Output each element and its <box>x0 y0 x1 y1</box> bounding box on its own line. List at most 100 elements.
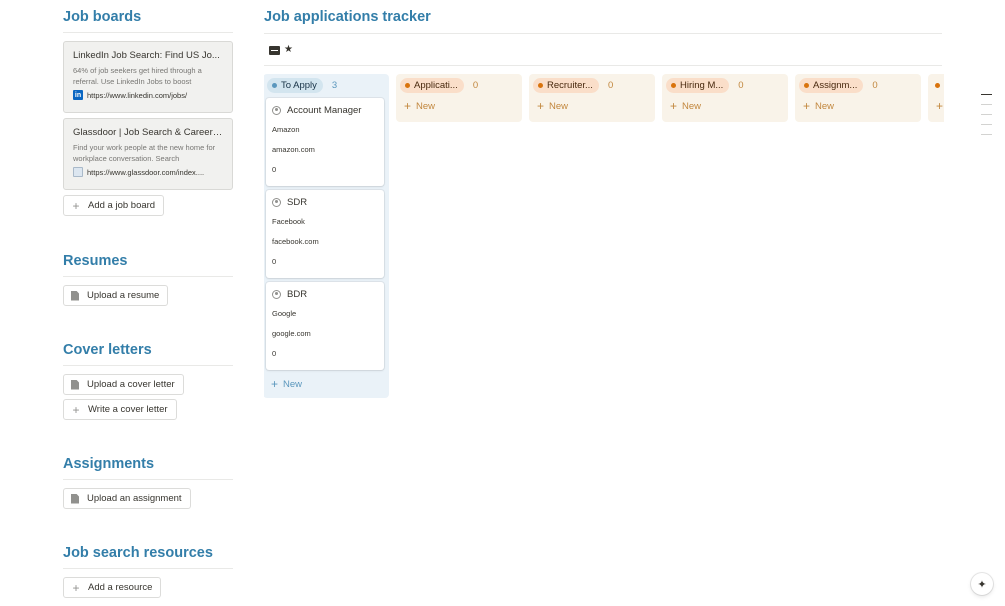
plus-icon: + <box>936 99 944 113</box>
board-column-recruiter: Recruiter... 0 + New <box>529 74 655 122</box>
card-company: Google <box>272 309 297 318</box>
upload-cover-letter-button[interactable]: Upload a cover letter <box>63 374 184 395</box>
plus-icon: + <box>72 580 80 595</box>
ai-assistant-button[interactable]: ✦ <box>971 573 993 595</box>
bookmark-title: Glassdoor | Job Search & Career ... <box>73 127 223 138</box>
card-website: facebook.com <box>272 237 319 246</box>
plus-icon: + <box>404 99 412 113</box>
file-icon <box>71 290 79 301</box>
board-view-icon[interactable] <box>269 45 280 55</box>
divider <box>264 33 942 34</box>
plus-icon: + <box>72 198 80 213</box>
upload-cover-letter-label: Upload a cover letter <box>87 379 175 390</box>
upload-resume-label: Upload a resume <box>87 290 160 301</box>
card-company: Facebook <box>272 217 305 226</box>
add-resource-button[interactable]: + Add a resource <box>63 577 162 598</box>
new-label: New <box>416 100 436 112</box>
plus-icon: + <box>72 402 80 417</box>
file-icon <box>71 493 79 504</box>
status-tag[interactable]: To Apply <box>267 77 323 93</box>
toc-line[interactable] <box>981 114 992 115</box>
add-job-board-label: Add a job board <box>88 200 156 211</box>
job-boards-heading: Job boards <box>63 9 233 33</box>
new-card-button[interactable]: + New <box>264 374 302 394</box>
linkedin-bookmark[interactable]: LinkedIn Job Search: Find US Jo... 64% o… <box>63 41 233 113</box>
column-label: Recruiter... <box>547 79 593 91</box>
application-card[interactable]: BDR Google google.com 0 <box>266 282 384 370</box>
status-dot <box>804 82 809 88</box>
assignments-section: Assignments Upload an assignment <box>63 456 233 509</box>
new-card-button[interactable]: + New <box>396 96 522 116</box>
new-label: New <box>815 100 835 112</box>
card-number: 0 <box>272 257 277 266</box>
column-header: Recruiter... 0 <box>529 74 655 96</box>
card-website: amazon.com <box>272 145 315 154</box>
column-header: Hiring M... 0 <box>662 74 788 96</box>
card-website: google.com <box>272 329 311 338</box>
table-of-contents[interactable] <box>981 94 992 144</box>
person-icon <box>272 106 281 115</box>
bookmark-description: Find your work people at the new home fo… <box>73 143 216 163</box>
card-title-text: Account Manager <box>287 105 362 116</box>
view-tabs: ★ <box>269 45 295 55</box>
column-count: 3 <box>331 79 338 91</box>
toc-line[interactable] <box>981 134 992 135</box>
resumes-section: Resumes Upload a resume <box>63 253 233 306</box>
bookmark-title: LinkedIn Job Search: Find US Jo... <box>73 50 220 61</box>
status-tag[interactable]: Recruiter... <box>533 77 599 93</box>
add-job-board-button[interactable]: + Add a job board <box>63 195 165 216</box>
status-dot <box>405 82 410 88</box>
toc-line[interactable] <box>981 104 992 105</box>
tracker-heading: Job applications tracker <box>264 9 431 25</box>
write-cover-letter-button[interactable]: + Write a cover letter <box>63 399 177 420</box>
person-icon <box>272 290 281 299</box>
column-count: 0 <box>872 79 878 91</box>
bookmark-url-text: https://www.glassdoor.com/index.... <box>87 167 205 177</box>
application-card[interactable]: Account Manager Amazon amazon.com 0 <box>266 98 384 186</box>
column-count: 0 <box>607 79 614 91</box>
board-column-assignment: Assignm... 0 + New <box>795 74 921 122</box>
plus-icon: + <box>803 99 811 113</box>
star-icon[interactable]: ★ <box>284 45 295 55</box>
new-card-button[interactable]: + New <box>662 96 788 116</box>
card-company: Amazon <box>272 125 300 134</box>
status-tag[interactable]: Applicati... <box>400 77 464 93</box>
resumes-heading: Resumes <box>63 253 233 277</box>
new-card-button[interactable]: + New <box>795 96 921 116</box>
column-label: Assignm... <box>813 79 858 91</box>
file-icon <box>71 379 79 390</box>
column-label: Hiring M... <box>680 79 724 91</box>
new-label: New <box>549 100 569 112</box>
linkedin-icon: in <box>73 90 83 100</box>
job-search-resources-heading: Job search resources <box>63 545 233 569</box>
board-column-to-apply: To Apply 3 Account Manager Amazon amazon… <box>264 74 389 398</box>
bookmark-url: https://www.glassdoor.com/index.... <box>73 167 223 177</box>
status-dot <box>671 82 676 88</box>
card-title: Account Manager <box>272 105 378 116</box>
new-card-button[interactable]: + <box>928 96 944 116</box>
plus-icon: + <box>670 99 678 113</box>
card-title: BDR <box>272 289 378 300</box>
upload-assignment-button[interactable]: Upload an assignment <box>63 488 191 509</box>
column-header: Assignm... 0 <box>795 74 921 96</box>
new-card-button[interactable]: + New <box>529 96 655 116</box>
application-card[interactable]: SDR Facebook facebook.com 0 <box>266 190 384 278</box>
job-boards-section: Job boards LinkedIn Job Search: Find US … <box>63 9 233 216</box>
board-column-partial: + <box>928 74 944 122</box>
column-label: Applicati... <box>414 79 458 91</box>
card-title: SDR <box>272 197 378 208</box>
status-tag[interactable]: Assignm... <box>799 77 864 93</box>
upload-resume-button[interactable]: Upload a resume <box>63 285 169 306</box>
toc-line[interactable] <box>981 94 992 95</box>
status-tag[interactable] <box>932 78 944 93</box>
write-cover-letter-label: Write a cover letter <box>88 404 168 415</box>
status-tag[interactable]: Hiring M... <box>666 77 730 93</box>
upload-assignment-label: Upload an assignment <box>87 493 182 504</box>
column-count: 0 <box>738 79 744 91</box>
toc-line[interactable] <box>981 124 992 125</box>
board-column-hiring-manager: Hiring M... 0 + New <box>662 74 788 122</box>
job-search-resources-section: Job search resources + Add a resource <box>63 545 233 598</box>
card-title-text: SDR <box>287 197 308 208</box>
glassdoor-bookmark[interactable]: Glassdoor | Job Search & Career ... Find… <box>63 118 233 190</box>
cover-letters-heading: Cover letters <box>63 342 233 366</box>
